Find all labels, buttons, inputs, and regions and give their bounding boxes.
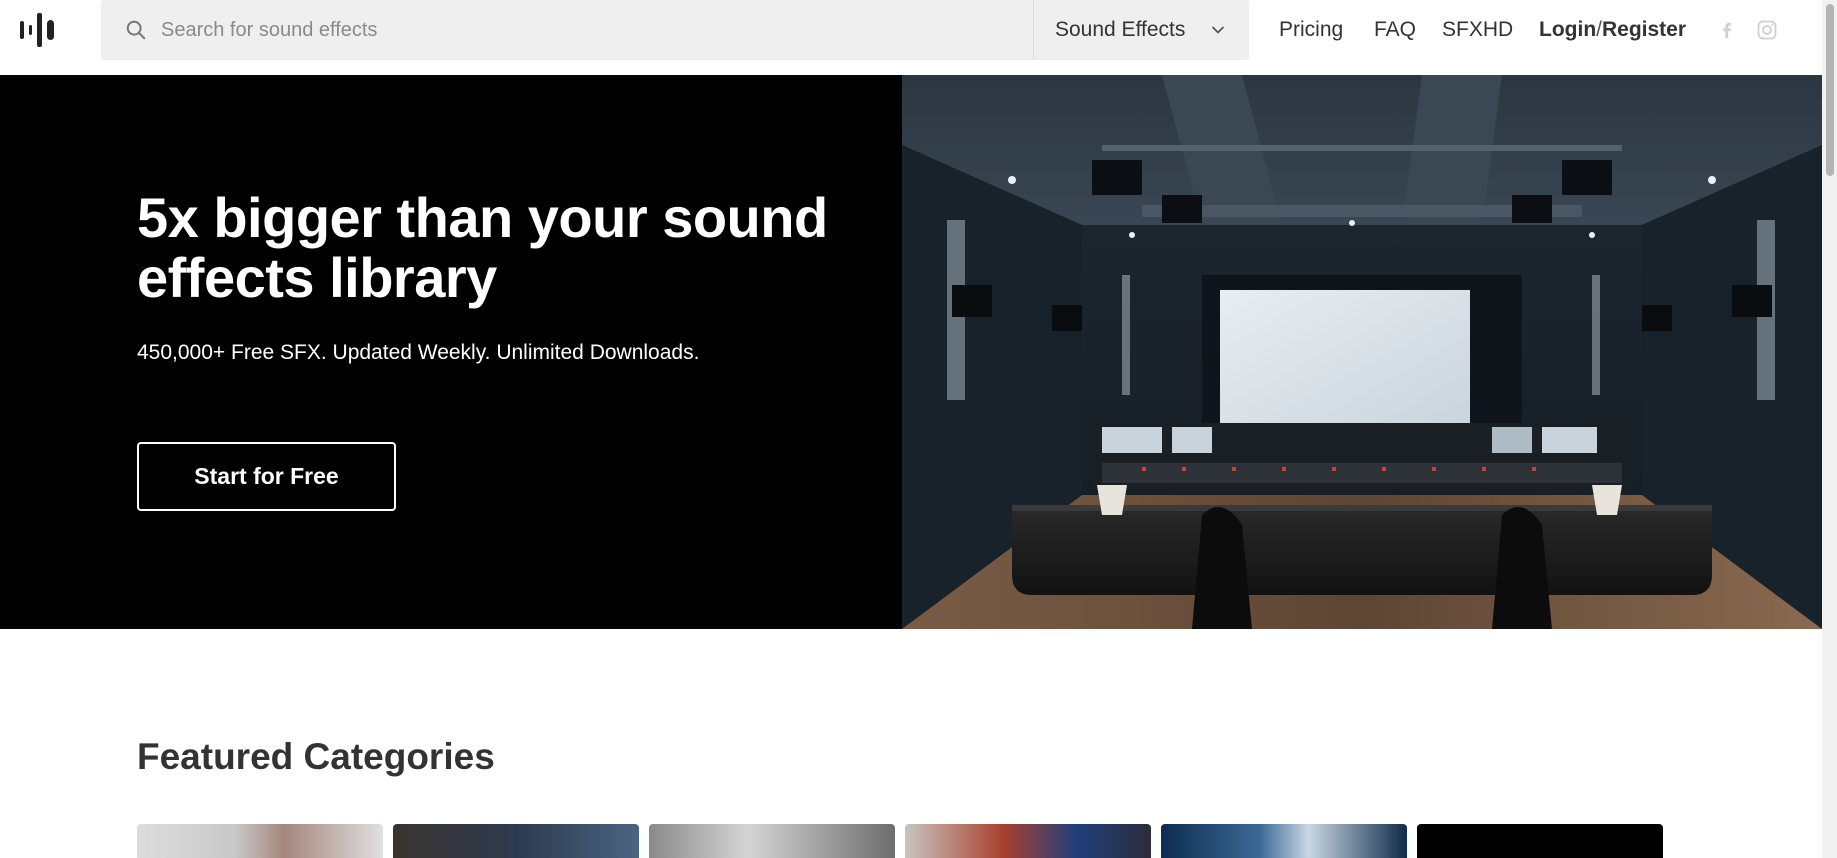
hero-subtitle: 450,000+ Free SFX. Updated Weekly. Unlim…: [137, 341, 700, 364]
category-card[interactable]: [1161, 824, 1407, 858]
category-card[interactable]: [905, 824, 1151, 858]
studio-mixing-room-image: [902, 75, 1822, 629]
login-register: Login / Register: [1539, 0, 1686, 60]
register-link[interactable]: Register: [1602, 18, 1686, 42]
category-card[interactable]: [649, 824, 895, 858]
search-icon: [126, 20, 146, 40]
search-bar: Sound Effects: [101, 0, 1249, 60]
site-header: Sound Effects Pricing FAQ SFXHD Login/Re…: [0, 0, 1822, 75]
nav-pricing-link[interactable]: Pricing: [1279, 0, 1343, 60]
login-link[interactable]: Login: [1539, 18, 1596, 42]
page-scrollbar[interactable]: [1822, 0, 1837, 858]
category-card[interactable]: [393, 824, 639, 858]
nav-sfxhd-link[interactable]: SFXHD: [1442, 0, 1513, 60]
instagram-icon[interactable]: [1756, 19, 1778, 41]
featured-category-cards: [137, 824, 1667, 858]
start-for-free-button[interactable]: Start for Free: [137, 442, 396, 511]
hero-title: 5x bigger than your sound effects librar…: [137, 186, 828, 309]
chevron-down-icon: [1212, 26, 1224, 34]
category-card[interactable]: [137, 824, 383, 858]
category-dropdown-label: Sound Effects: [1055, 18, 1186, 41]
page: Sound Effects Pricing FAQ SFXHD Login/Re…: [0, 0, 1837, 858]
category-card[interactable]: [1417, 824, 1663, 858]
category-dropdown[interactable]: Sound Effects: [1034, 0, 1249, 60]
search-input[interactable]: [161, 0, 1011, 60]
hero-section: 5x bigger than your sound effects librar…: [0, 75, 1822, 629]
logo-icon[interactable]: [20, 13, 62, 47]
scrollbar-thumb[interactable]: [1826, 4, 1834, 176]
facebook-icon[interactable]: [1716, 19, 1738, 41]
featured-categories-title: Featured Categories: [137, 736, 495, 777]
nav-faq-link[interactable]: FAQ: [1374, 0, 1416, 60]
